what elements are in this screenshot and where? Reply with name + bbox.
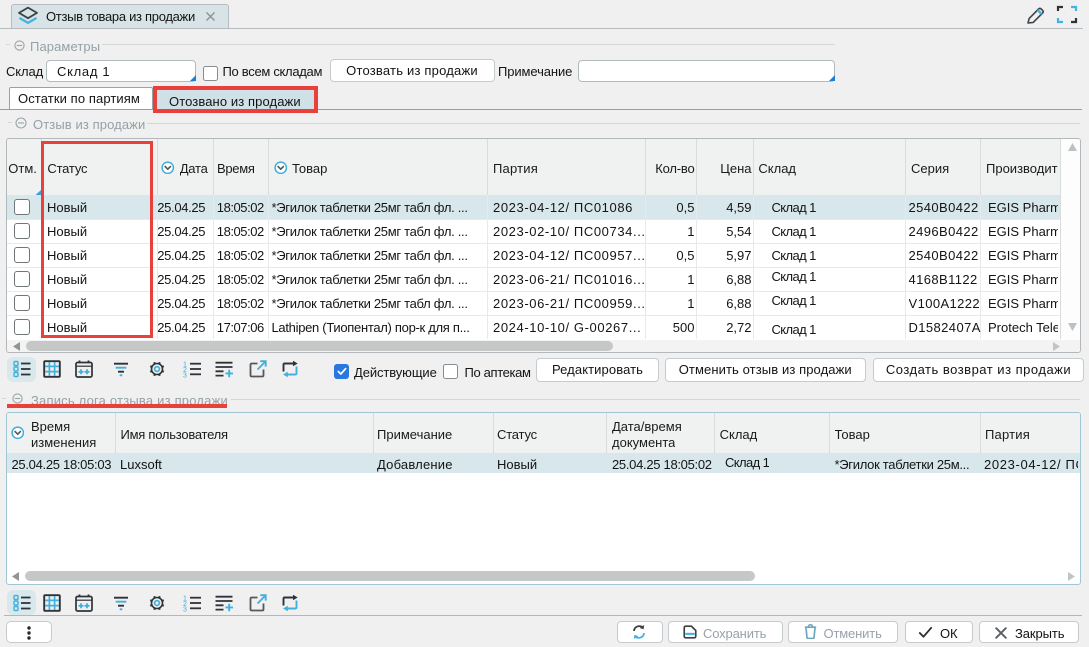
svg-text:3: 3 — [183, 372, 187, 379]
svg-text:3: 3 — [183, 606, 187, 613]
